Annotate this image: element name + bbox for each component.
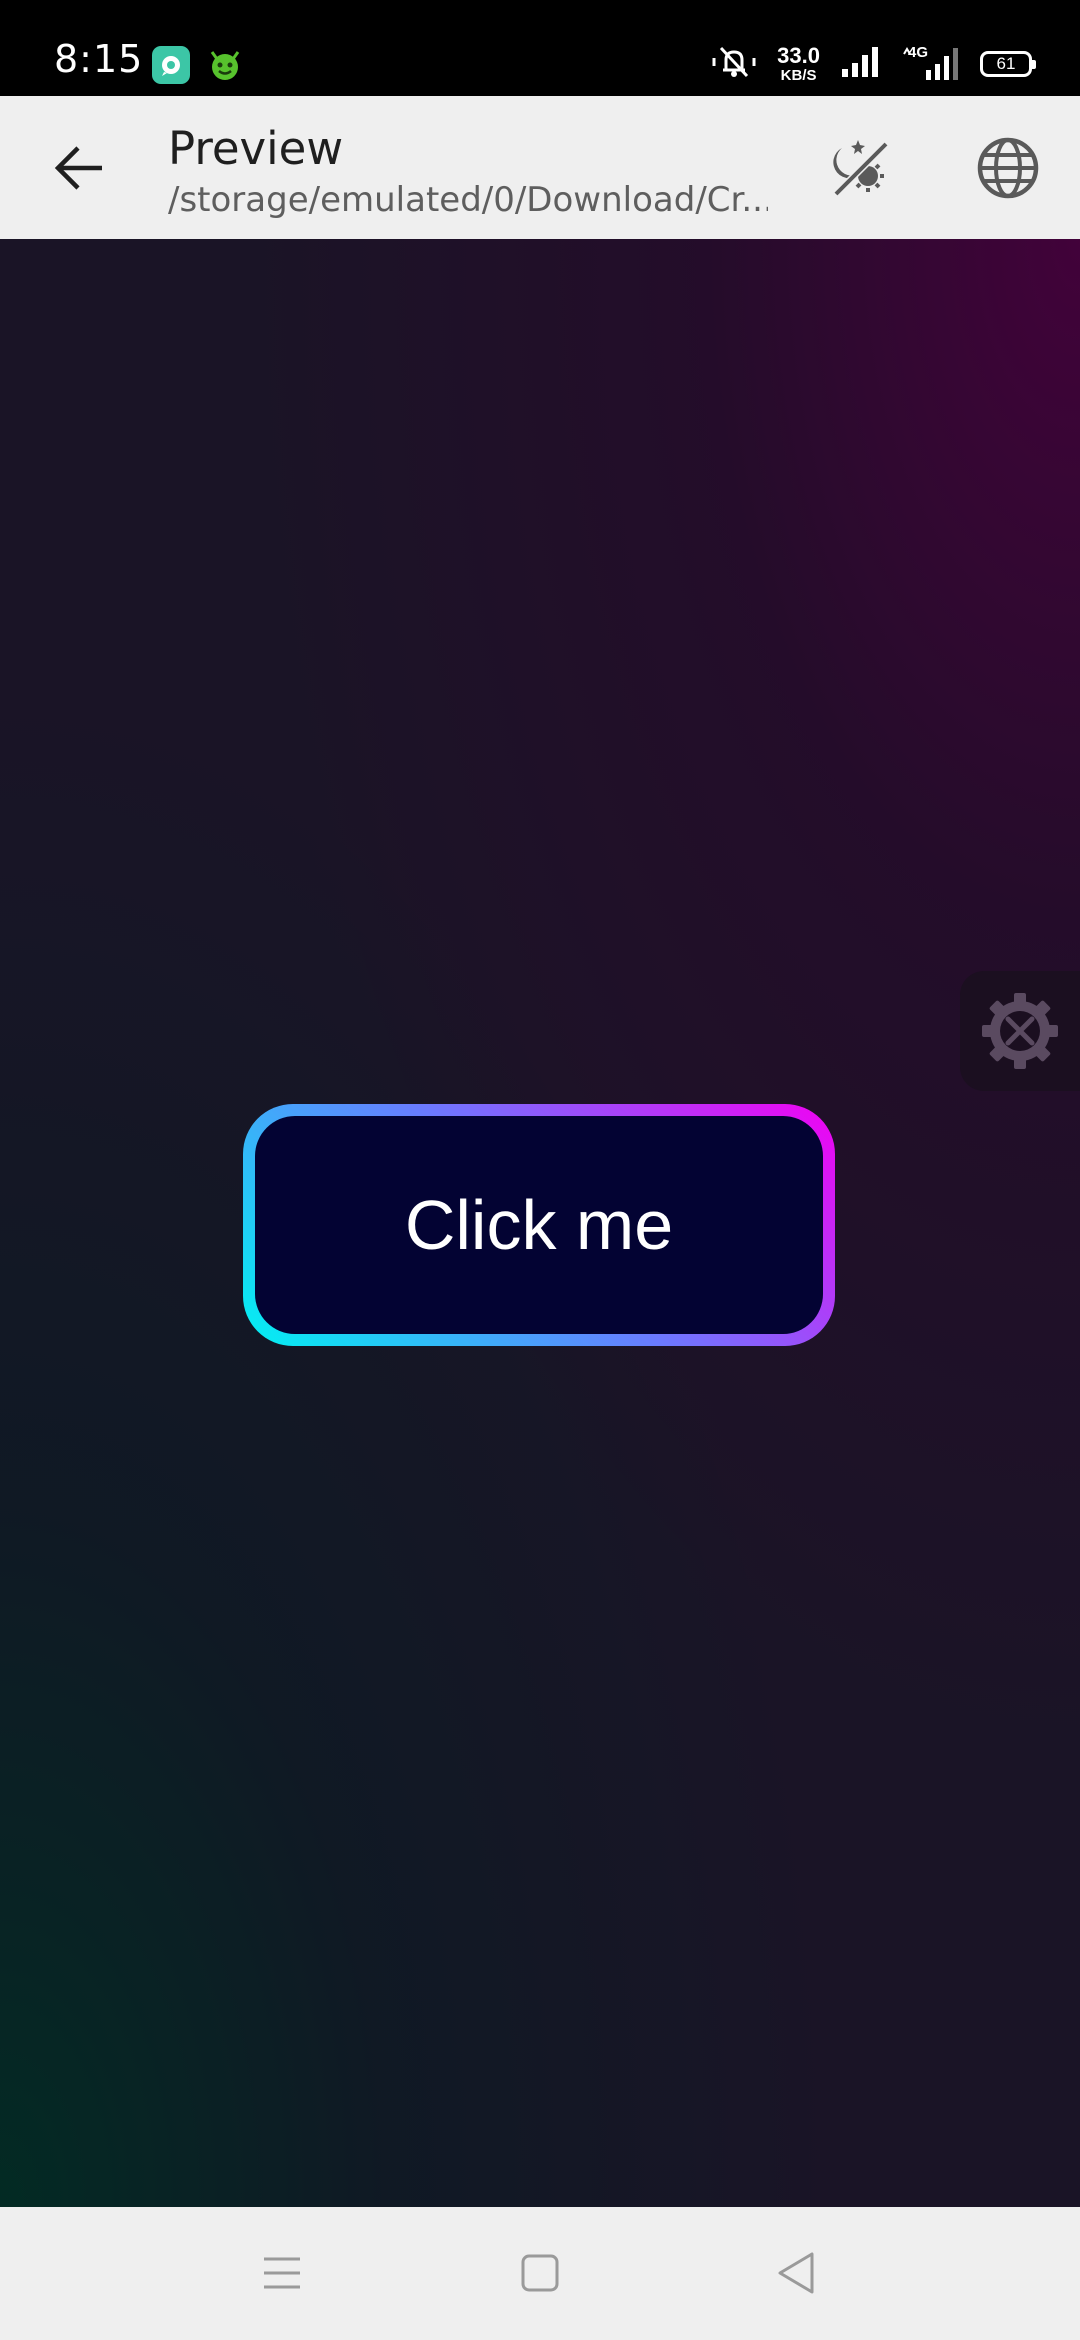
recent-apps-button[interactable] [242, 2233, 322, 2313]
status-indicators: 33.0 KB/S 4G 61 [711, 43, 1036, 84]
home-button[interactable] [500, 2233, 580, 2313]
battery-level: 61 [996, 54, 1016, 73]
chat-app-icon [152, 46, 190, 84]
theme-toggle-icon [833, 140, 889, 197]
preview-canvas: Click me [0, 239, 1080, 2207]
back-arrow-icon [54, 146, 102, 190]
network-speed: 33.0 KB/S [777, 43, 820, 84]
globe-icon [977, 137, 1039, 199]
net-speed-value: 33.0 [777, 43, 820, 68]
android-app-icon [206, 46, 244, 84]
back-icon [778, 2252, 814, 2294]
system-back-button[interactable] [756, 2233, 836, 2313]
settings-tools-button[interactable] [960, 971, 1080, 1091]
click-me-button[interactable]: Click me [255, 1116, 823, 1334]
language-button[interactable] [968, 128, 1048, 208]
home-icon [521, 2254, 559, 2292]
signal-icon [840, 45, 882, 83]
status-bar: 8:15 33.0 KB/S 4G 61 [0, 0, 1080, 96]
net-speed-unit: KB/S [780, 67, 817, 84]
back-button[interactable] [40, 128, 120, 208]
file-path: /storage/emulated/0/Download/Cr... [168, 180, 768, 220]
settings-tools-icon [982, 993, 1058, 1069]
gradient-button-frame: Click me [243, 1104, 835, 1346]
status-time: 8:15 [54, 37, 144, 81]
signal-4g-icon: 4G [902, 44, 960, 82]
navigation-bar [0, 2207, 1080, 2340]
battery-indicator: 61 [980, 51, 1036, 77]
menu-icon [264, 2257, 300, 2289]
app-bar: Preview /storage/emulated/0/Download/Cr.… [0, 96, 1080, 239]
theme-toggle-button[interactable] [820, 128, 900, 208]
silent-bell-icon [711, 44, 757, 84]
page-title: Preview [168, 122, 344, 175]
